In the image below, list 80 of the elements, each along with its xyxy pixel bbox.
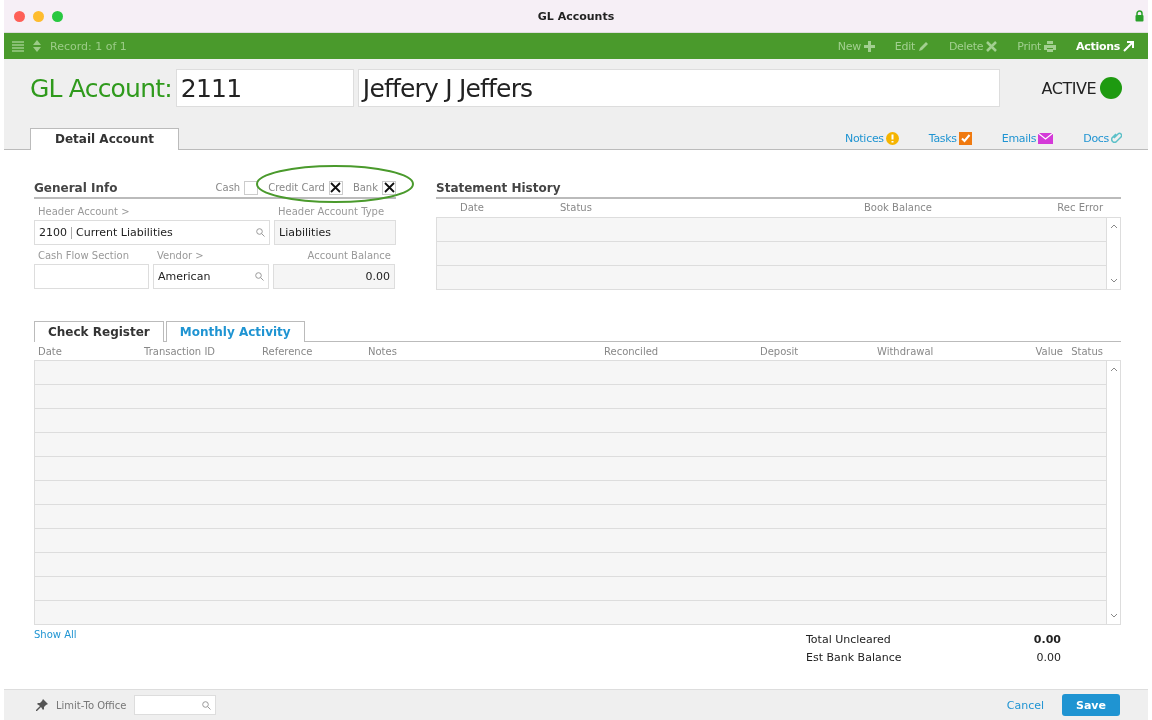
toolbar-button[interactable]: Actions bbox=[1070, 39, 1140, 53]
field-label: Cash Flow Section bbox=[37, 249, 130, 263]
header-link[interactable]: Tasks bbox=[928, 132, 972, 149]
status-label: ACTIVE bbox=[1041, 78, 1096, 98]
record-label: GL Account: bbox=[30, 73, 172, 103]
arrow-icon bbox=[1123, 40, 1134, 52]
tab[interactable]: Detail Account bbox=[30, 128, 179, 150]
up-down-arrows-icon[interactable] bbox=[32, 39, 42, 53]
section-title: General Info bbox=[34, 180, 118, 195]
header-account-field[interactable]: 2100 Current Liabilities bbox=[34, 220, 270, 245]
zoom-button[interactable] bbox=[52, 10, 63, 22]
cross-icon bbox=[986, 40, 998, 52]
checkbox[interactable] bbox=[328, 180, 343, 195]
header-link[interactable]: Docs bbox=[1083, 132, 1122, 149]
header-link[interactable]: Notices bbox=[845, 132, 899, 149]
field-label[interactable]: Vendor > bbox=[153, 247, 269, 264]
printer-icon bbox=[1044, 40, 1057, 52]
cancel-link[interactable]: Cancel bbox=[1006, 698, 1044, 712]
chevron-down-icon[interactable] bbox=[1109, 278, 1118, 283]
header-account-type-field: Liabilities bbox=[274, 220, 396, 245]
column-header: Transaction ID bbox=[144, 346, 216, 357]
save-button[interactable]: Save bbox=[1062, 694, 1120, 716]
search-icon[interactable] bbox=[256, 228, 265, 237]
plus-icon bbox=[863, 40, 875, 52]
column-header: Date bbox=[460, 202, 484, 213]
search-icon[interactable] bbox=[202, 700, 212, 710]
total-label: Est Bank Balance bbox=[806, 651, 902, 666]
column-header: Reference bbox=[262, 346, 313, 357]
cash-flow-field[interactable] bbox=[34, 264, 149, 289]
checkbox-label: Bank bbox=[352, 182, 378, 193]
field-label: Limit-To Office bbox=[56, 699, 127, 711]
limit-to-office-field[interactable] bbox=[134, 695, 217, 715]
field-label: Account Balance bbox=[306, 249, 392, 263]
checkbox-label: Credit Card bbox=[268, 182, 325, 193]
minimize-button[interactable] bbox=[33, 10, 44, 22]
lock-icon bbox=[1135, 10, 1144, 22]
chevron-up-icon[interactable] bbox=[1109, 224, 1118, 229]
close-button[interactable] bbox=[14, 10, 25, 22]
header-link[interactable]: Emails bbox=[1001, 132, 1054, 149]
vendor-field[interactable]: American bbox=[153, 264, 269, 289]
total-value: 0.00 bbox=[1033, 633, 1061, 648]
tab[interactable]: Monthly Activity bbox=[165, 321, 305, 342]
column-header: Withdrawal bbox=[877, 346, 934, 357]
chevron-up-icon[interactable] bbox=[1109, 367, 1118, 372]
show-all-link[interactable]: Show All bbox=[34, 629, 77, 669]
menu-icon[interactable] bbox=[12, 40, 24, 52]
scrollbar[interactable] bbox=[1106, 361, 1120, 624]
column-header: Deposit bbox=[760, 346, 799, 357]
account-balance-field: 0.00 bbox=[273, 264, 395, 289]
window-title: GL Accounts bbox=[537, 9, 615, 23]
total-label: Total Uncleared bbox=[806, 633, 891, 648]
checkbox[interactable] bbox=[244, 180, 259, 195]
field-label: Header Account Type bbox=[277, 205, 386, 219]
section-title: Statement History bbox=[436, 180, 561, 195]
exclamation-icon bbox=[885, 132, 899, 145]
checkbox[interactable] bbox=[382, 180, 396, 195]
column-header: Status bbox=[1071, 346, 1103, 357]
checkbox-label: Cash bbox=[215, 182, 241, 193]
column-header: Notes bbox=[368, 346, 397, 357]
column-header: Book Balance bbox=[864, 202, 932, 213]
envelope-icon bbox=[1038, 133, 1054, 144]
paperclip-icon bbox=[1111, 132, 1122, 145]
column-header: Reconciled bbox=[604, 346, 659, 357]
column-header: Status bbox=[560, 202, 592, 213]
status-dot bbox=[1100, 77, 1122, 99]
pencil-icon bbox=[917, 40, 929, 52]
search-icon[interactable] bbox=[255, 272, 264, 281]
checkbox-icon bbox=[958, 132, 972, 145]
column-header: Date bbox=[38, 346, 62, 357]
scrollbar[interactable] bbox=[1106, 218, 1120, 289]
column-header: Rec Error bbox=[1057, 202, 1103, 213]
chevron-down-icon[interactable] bbox=[1109, 613, 1118, 618]
total-value: 0.00 bbox=[1036, 651, 1061, 666]
account-name-field[interactable]: Jeffery J Jeffers bbox=[357, 69, 1000, 107]
tab[interactable]: Check Register bbox=[34, 321, 164, 342]
column-header: Value bbox=[1035, 346, 1063, 357]
record-counter: Record: 1 of 1 bbox=[50, 39, 127, 53]
field-label[interactable]: Header Account > bbox=[34, 203, 270, 220]
account-number-field[interactable]: 2111 bbox=[175, 69, 354, 107]
pin-icon[interactable] bbox=[36, 699, 48, 711]
